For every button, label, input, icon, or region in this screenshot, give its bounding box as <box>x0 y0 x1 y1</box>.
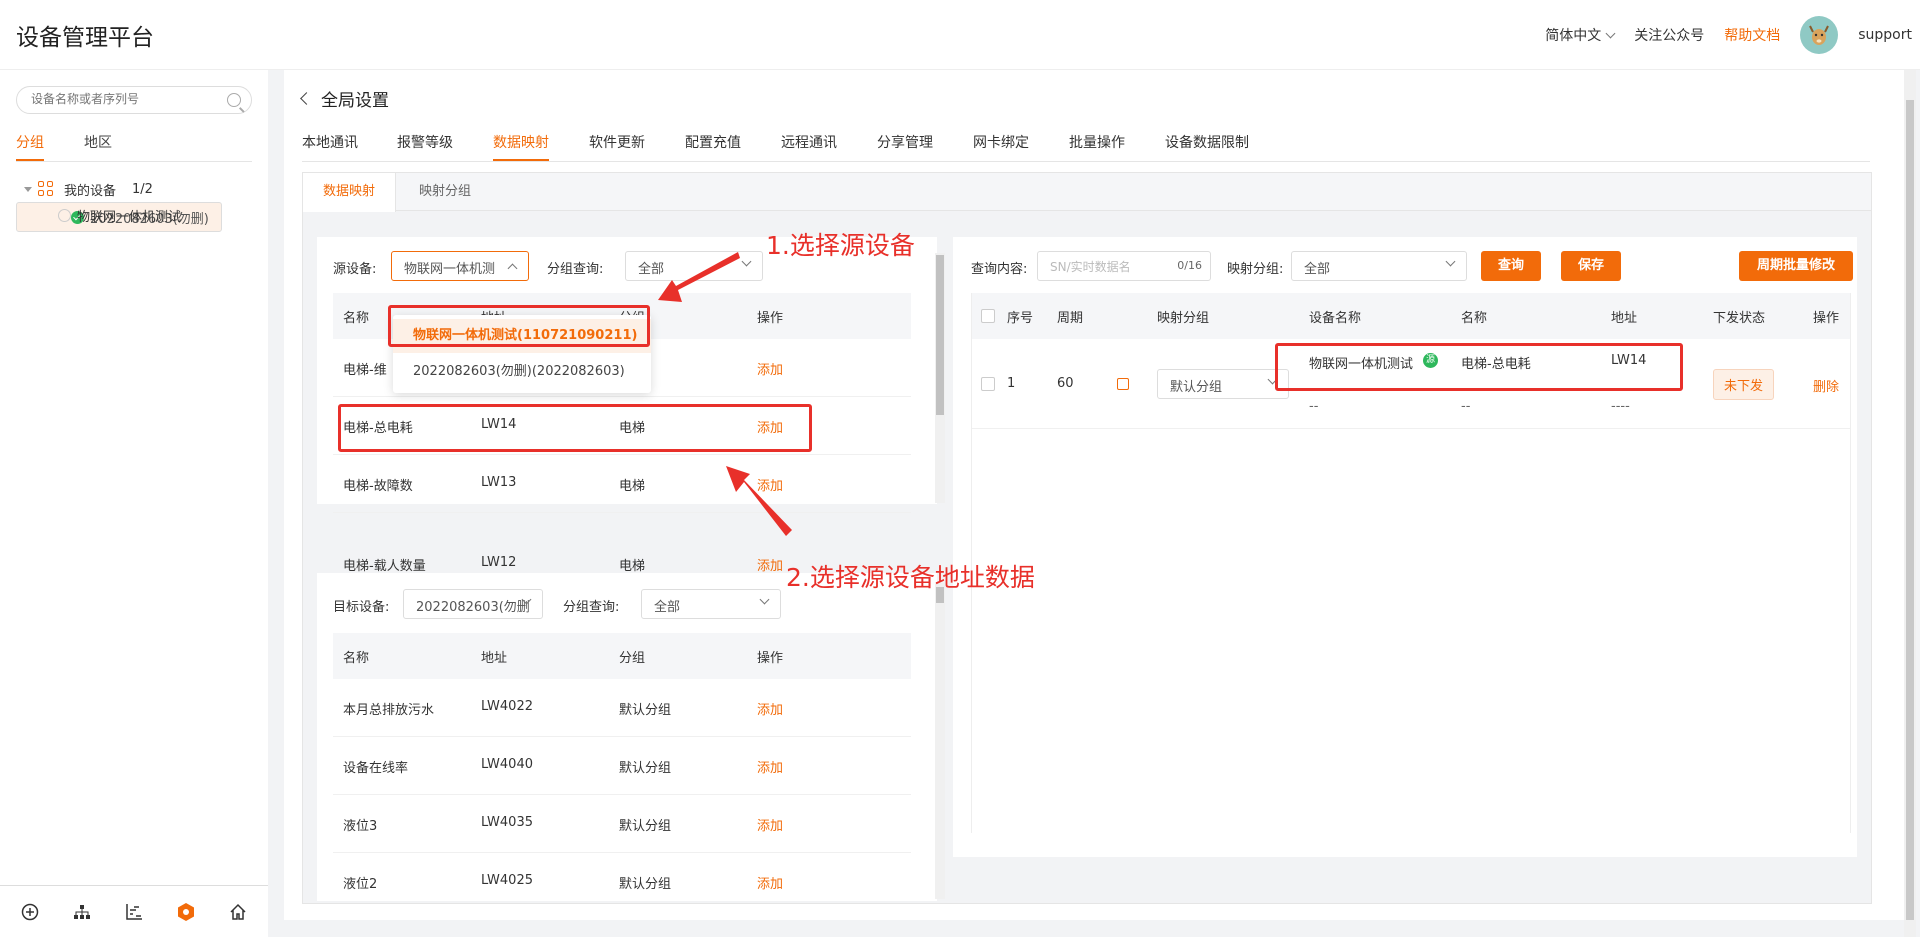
annotation-arrows <box>658 252 792 536</box>
arrow-step1 <box>658 252 740 302</box>
annotation-step1: 1.选择源设备 <box>766 231 915 260</box>
arrow-step2 <box>726 466 792 536</box>
annotation-step2: 2.选择源设备地址数据 <box>786 563 1035 592</box>
